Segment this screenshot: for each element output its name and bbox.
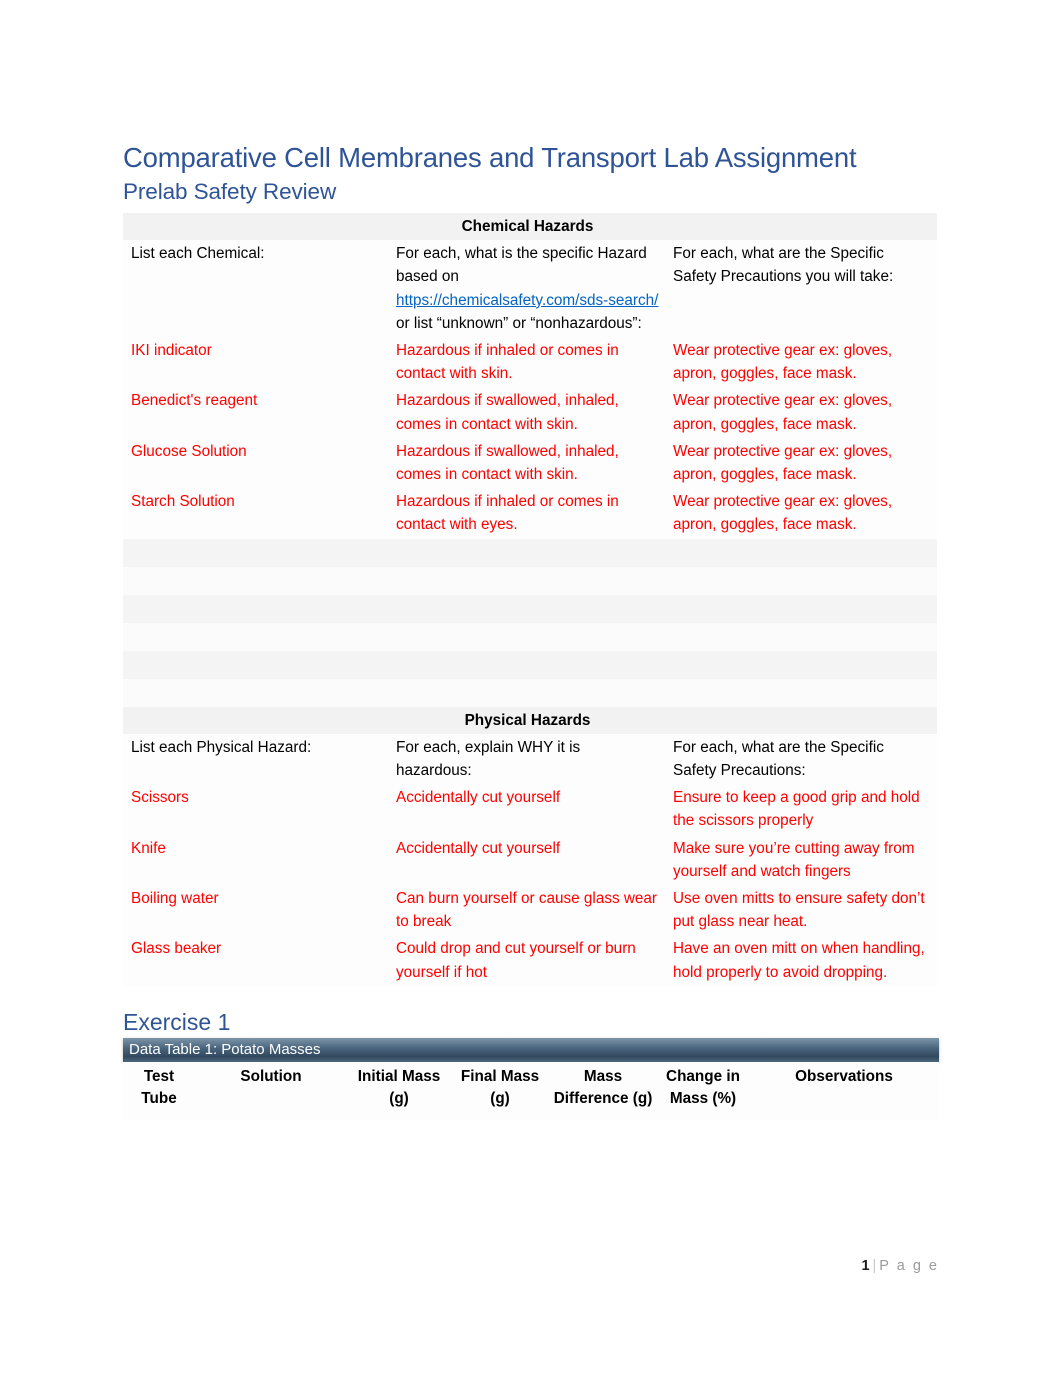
chemical-hazards-heading: Chemical Hazards — [388, 213, 665, 241]
chemical-hazards-header-row: List each Chemical: For each, what is th… — [123, 240, 937, 338]
table-row: Scissors Accidentally cut yourself Ensur… — [123, 784, 937, 835]
table-row: Boiling water Can burn yourself or cause… — [123, 885, 937, 936]
physical-hazard-name[interactable]: Boiling water — [123, 885, 388, 936]
blank-cell[interactable] — [123, 622, 388, 651]
column-header-test-tube: Test Tube — [123, 1061, 195, 1120]
physical-hazard-why[interactable]: Can burn yourself or cause glass wear to… — [388, 885, 665, 936]
sds-search-link[interactable]: https://chemicalsafety.com/sds-search/ — [396, 292, 658, 309]
physical-hazard-why[interactable]: Accidentally cut yourself — [388, 834, 665, 886]
blank-cell[interactable] — [388, 594, 665, 623]
blank-cell[interactable] — [665, 594, 937, 623]
table-row: Starch Solution Hazardous if inhaled or … — [123, 488, 937, 539]
column-header-initial-mass: Initial Mass (g) — [347, 1061, 451, 1120]
blank-cell[interactable] — [388, 650, 665, 679]
physical-hazards-section-row: Physical Hazards — [123, 706, 937, 734]
chemical-hazard[interactable]: Hazardous if swallowed, inhaled, comes i… — [388, 437, 665, 489]
blank-cell[interactable] — [665, 678, 937, 707]
blank-table-row — [123, 566, 937, 595]
physical-hazard-name[interactable]: Glass beaker — [123, 935, 388, 986]
physical-hazard-precaution[interactable]: Have an oven mitt on when handling, hold… — [665, 935, 937, 986]
blank-cell[interactable] — [123, 650, 388, 679]
physical-col1-header: List each Physical Hazard: — [123, 733, 388, 785]
blank-cell[interactable] — [388, 622, 665, 651]
document-subtitle: Prelab Safety Review — [123, 179, 337, 204]
hazards-table: Chemical Hazards List each Chemical: For… — [123, 213, 937, 986]
physical-hazard-precaution[interactable]: Make sure you’re cutting away from yours… — [665, 834, 937, 886]
chemical-col3-header: For each, what are the Specific Safety P… — [665, 240, 937, 338]
chemical-name[interactable]: Starch Solution — [123, 488, 388, 539]
blank-cell[interactable] — [665, 538, 937, 567]
page-title: Comparative Cell Membranes and Transport… — [123, 142, 857, 173]
table-row: Glucose Solution Hazardous if swallowed,… — [123, 437, 937, 489]
chemical-hazards-spacer-left — [123, 213, 388, 241]
chemical-hazard[interactable]: Hazardous if swallowed, inhaled, comes i… — [388, 387, 665, 438]
blank-table-row — [123, 594, 937, 623]
physical-col3-header: For each, what are the Specific Safety P… — [665, 733, 937, 785]
column-header-solution: Solution — [195, 1061, 347, 1120]
chemical-precaution[interactable]: Wear protective gear ex: gloves, apron, … — [665, 337, 937, 388]
chemical-name[interactable]: IKI indicator — [123, 337, 388, 388]
column-header-mass-difference: Mass Difference (g) — [549, 1061, 657, 1120]
blank-cell[interactable] — [123, 538, 388, 567]
table-row: Benedict's reagent Hazardous if swallowe… — [123, 387, 937, 438]
physical-hazard-precaution[interactable]: Use oven mitts to ensure safety don’t pu… — [665, 885, 937, 936]
chemical-name[interactable]: Benedict's reagent — [123, 387, 388, 438]
chemical-col2-header: For each, what is the specific Hazard ba… — [388, 240, 665, 338]
blank-cell[interactable] — [665, 622, 937, 651]
page-footer: 1 | P a g e — [0, 1258, 1062, 1274]
physical-hazards-heading: Physical Hazards — [388, 706, 665, 734]
chemical-hazard[interactable]: Hazardous if inhaled or comes in contact… — [388, 337, 665, 388]
physical-hazards-spacer-right — [665, 706, 937, 734]
table-row: IKI indicator Hazardous if inhaled or co… — [123, 337, 937, 388]
footer-separator: | — [872, 1258, 877, 1274]
chemical-precaution[interactable]: Wear protective gear ex: gloves, apron, … — [665, 488, 937, 539]
chemical-hazards-spacer-right — [665, 213, 937, 241]
document-page: Comparative Cell Membranes and Transport… — [0, 0, 1062, 1377]
exercise-heading: Exercise 1 — [123, 1008, 231, 1035]
physical-hazard-name[interactable]: Knife — [123, 834, 388, 886]
blank-table-row — [123, 622, 937, 651]
table-row: Glass beaker Could drop and cut yourself… — [123, 935, 937, 986]
data-table-1-wrapper: Data Table 1: Potato Masses Test Tube So… — [123, 1037, 939, 1120]
blank-cell[interactable] — [665, 566, 937, 595]
chemical-hazards-section-row: Chemical Hazards — [123, 213, 937, 241]
blank-cell[interactable] — [123, 594, 388, 623]
chemical-col2-pretext: For each, what is the specific Hazard ba… — [396, 245, 647, 286]
blank-table-row — [123, 650, 937, 679]
blank-cell[interactable] — [388, 678, 665, 707]
physical-hazards-header-row: List each Physical Hazard: For each, exp… — [123, 733, 937, 785]
chemical-col2-posttext: or list “unknown” or “nonhazardous”: — [396, 314, 642, 332]
data-table-1: Test Tube Solution Initial Mass (g) Fina… — [123, 1061, 939, 1120]
blank-cell[interactable] — [388, 538, 665, 567]
blank-cell[interactable] — [665, 650, 937, 679]
physical-hazard-name[interactable]: Scissors — [123, 784, 388, 835]
blank-table-row — [123, 678, 937, 707]
document-body: Comparative Cell Membranes and Transport… — [123, 140, 939, 1120]
column-header-change-in-mass: Change in Mass (%) — [657, 1061, 749, 1120]
footer-page-label: P a g e — [879, 1258, 939, 1274]
column-header-observations: Observations — [749, 1061, 939, 1120]
data-table-1-caption: Data Table 1: Potato Masses — [123, 1037, 939, 1062]
blank-cell[interactable] — [123, 678, 388, 707]
chemical-hazard[interactable]: Hazardous if inhaled or comes in contact… — [388, 488, 665, 539]
physical-hazard-precaution[interactable]: Ensure to keep a good grip and hold the … — [665, 784, 937, 835]
table-row: Knife Accidentally cut yourself Make sur… — [123, 834, 937, 886]
chemical-precaution[interactable]: Wear protective gear ex: gloves, apron, … — [665, 387, 937, 438]
column-header-final-mass: Final Mass (g) — [451, 1061, 549, 1120]
chemical-precaution[interactable]: Wear protective gear ex: gloves, apron, … — [665, 437, 937, 489]
physical-col2-header: For each, explain WHY it is hazardous: — [388, 733, 665, 785]
blank-cell[interactable] — [388, 566, 665, 595]
physical-hazard-why[interactable]: Accidentally cut yourself — [388, 784, 665, 835]
data-table-1-header-row: Test Tube Solution Initial Mass (g) Fina… — [123, 1061, 939, 1120]
chemical-col1-header: List each Chemical: — [123, 240, 388, 338]
blank-table-row — [123, 538, 937, 567]
physical-hazards-spacer-left — [123, 706, 388, 734]
physical-hazard-why[interactable]: Could drop and cut yourself or burn your… — [388, 935, 665, 986]
blank-cell[interactable] — [123, 566, 388, 595]
chemical-name[interactable]: Glucose Solution — [123, 437, 388, 489]
footer-page-number: 1 — [861, 1258, 870, 1274]
